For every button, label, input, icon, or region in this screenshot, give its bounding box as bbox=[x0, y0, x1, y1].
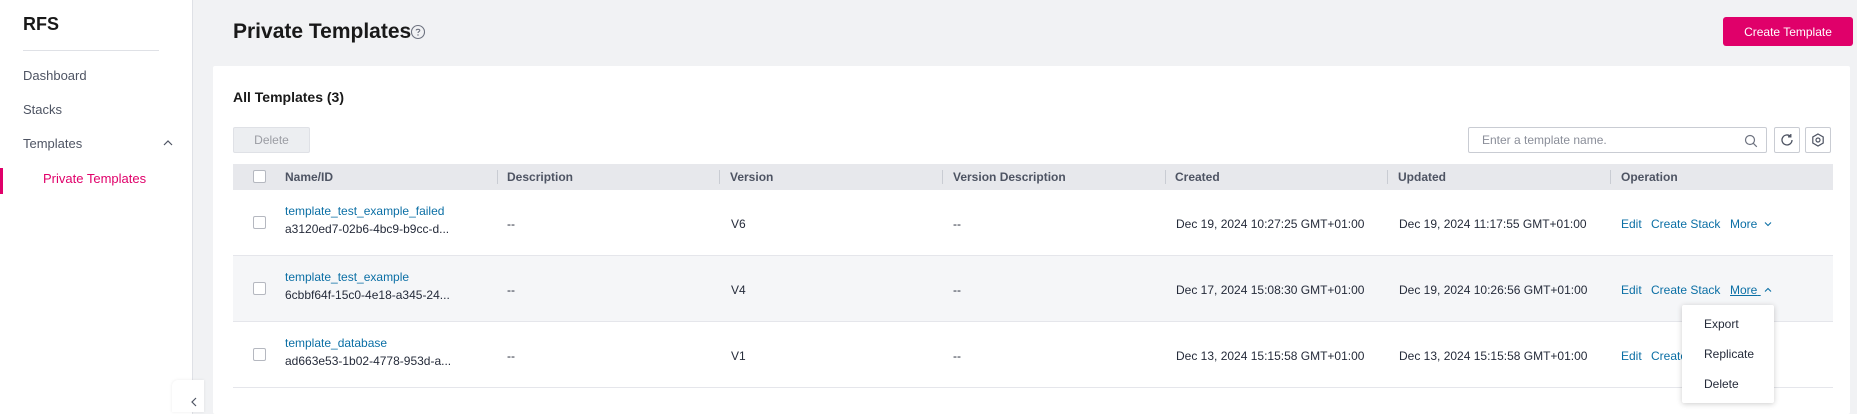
column-divider bbox=[497, 170, 498, 184]
edit-link[interactable]: Edit bbox=[1621, 349, 1642, 363]
column-divider bbox=[719, 170, 720, 184]
search-box bbox=[1468, 127, 1767, 153]
column-header-created[interactable]: Created bbox=[1175, 170, 1220, 184]
sidebar-item-label: Templates bbox=[23, 136, 83, 151]
more-dropdown-menu: Export Replicate Delete bbox=[1682, 305, 1774, 403]
column-header-version[interactable]: Version bbox=[730, 170, 773, 184]
refresh-button[interactable] bbox=[1774, 127, 1800, 153]
chevron-up-icon bbox=[1764, 287, 1772, 292]
template-description: -- bbox=[507, 283, 515, 297]
service-brand: RFS bbox=[23, 14, 59, 34]
more-link[interactable]: More bbox=[1730, 217, 1772, 231]
version-description: -- bbox=[953, 349, 961, 363]
template-id: a3120ed7-02b6-4bc9-b9cc-d... bbox=[285, 222, 450, 236]
search-icon[interactable] bbox=[1744, 134, 1758, 148]
settings-button[interactable] bbox=[1805, 127, 1831, 153]
template-description: -- bbox=[507, 217, 515, 231]
sidebar-item-templates[interactable]: Templates bbox=[23, 136, 173, 151]
version-description: -- bbox=[953, 217, 961, 231]
sidebar-item-private-templates[interactable]: Private Templates bbox=[0, 168, 192, 194]
column-divider bbox=[1387, 170, 1388, 184]
sidebar-item-stacks[interactable]: Stacks bbox=[23, 102, 62, 117]
more-link[interactable]: More bbox=[1730, 283, 1772, 297]
column-divider bbox=[1610, 170, 1611, 184]
row-checkbox[interactable] bbox=[253, 216, 266, 229]
table-row: template_database ad663e53-1b02-4778-953… bbox=[233, 322, 1833, 388]
template-id: 6cbbf64f-15c0-4e18-a345-24... bbox=[285, 288, 450, 302]
template-description: -- bbox=[507, 349, 515, 363]
templates-card: All Templates (3) Delete Name/ID Descrip… bbox=[213, 66, 1850, 414]
template-id: ad663e53-1b02-4778-953d-a... bbox=[285, 354, 452, 368]
more-label: More bbox=[1730, 283, 1758, 297]
table-header: Name/ID Description Version Version Desc… bbox=[233, 164, 1833, 190]
column-header-version-description[interactable]: Version Description bbox=[953, 170, 1066, 184]
template-version: V6 bbox=[731, 217, 746, 231]
sidebar-collapse-button[interactable] bbox=[172, 380, 204, 412]
template-version: V4 bbox=[731, 283, 746, 297]
created-time: Dec 13, 2024 15:15:58 GMT+01:00 bbox=[1176, 349, 1365, 363]
column-divider bbox=[942, 170, 943, 184]
gear-icon bbox=[1812, 133, 1824, 147]
column-header-name[interactable]: Name/ID bbox=[285, 170, 333, 184]
row-checkbox[interactable] bbox=[253, 348, 266, 361]
chevron-left-icon bbox=[191, 397, 197, 407]
column-divider bbox=[1165, 170, 1166, 184]
template-name-link[interactable]: template_test_example_failed bbox=[285, 204, 444, 218]
page-title: Private Templates bbox=[233, 20, 412, 43]
template-name-link[interactable]: template_database bbox=[285, 336, 387, 350]
column-header-updated[interactable]: Updated bbox=[1398, 170, 1446, 184]
chevron-up-icon bbox=[163, 140, 173, 146]
sidebar-divider bbox=[23, 50, 159, 51]
card-title: All Templates (3) bbox=[233, 89, 344, 105]
template-name-link[interactable]: template_test_example bbox=[285, 270, 409, 284]
updated-time: Dec 13, 2024 15:15:58 GMT+01:00 bbox=[1399, 349, 1588, 363]
create-template-button[interactable]: Create Template bbox=[1723, 17, 1853, 46]
sidebar: RFS Dashboard Stacks Templates Private T… bbox=[0, 0, 193, 414]
active-indicator bbox=[0, 168, 3, 194]
select-all-checkbox[interactable] bbox=[253, 170, 266, 183]
help-icon[interactable] bbox=[410, 24, 426, 40]
delete-button[interactable]: Delete bbox=[233, 127, 310, 153]
edit-link[interactable]: Edit bbox=[1621, 283, 1642, 297]
version-description: -- bbox=[953, 283, 961, 297]
sidebar-item-dashboard[interactable]: Dashboard bbox=[23, 68, 87, 83]
refresh-icon bbox=[1781, 134, 1793, 146]
created-time: Dec 19, 2024 10:27:25 GMT+01:00 bbox=[1176, 217, 1365, 231]
template-version: V1 bbox=[731, 349, 746, 363]
sidebar-item-label: Private Templates bbox=[43, 171, 147, 186]
updated-time: Dec 19, 2024 11:17:55 GMT+01:00 bbox=[1399, 217, 1587, 231]
row-checkbox[interactable] bbox=[253, 282, 266, 295]
edit-link[interactable]: Edit bbox=[1621, 217, 1642, 231]
menu-item-replicate[interactable]: Replicate bbox=[1704, 347, 1754, 361]
search-input[interactable] bbox=[1480, 132, 1744, 148]
table-row: template_test_example_failed a3120ed7-02… bbox=[233, 190, 1833, 256]
created-time: Dec 17, 2024 15:08:30 GMT+01:00 bbox=[1176, 283, 1365, 297]
chevron-down-icon bbox=[1764, 222, 1772, 227]
more-label: More bbox=[1730, 217, 1758, 231]
menu-item-export[interactable]: Export bbox=[1704, 317, 1739, 331]
column-header-description[interactable]: Description bbox=[507, 170, 573, 184]
menu-item-delete[interactable]: Delete bbox=[1704, 377, 1739, 391]
updated-time: Dec 19, 2024 10:26:56 GMT+01:00 bbox=[1399, 283, 1588, 297]
column-header-operation: Operation bbox=[1621, 170, 1678, 184]
create-stack-link[interactable]: Create Stack bbox=[1651, 217, 1720, 231]
create-stack-link[interactable]: Create Stack bbox=[1651, 283, 1720, 297]
table-row: template_test_example 6cbbf64f-15c0-4e18… bbox=[233, 256, 1833, 322]
